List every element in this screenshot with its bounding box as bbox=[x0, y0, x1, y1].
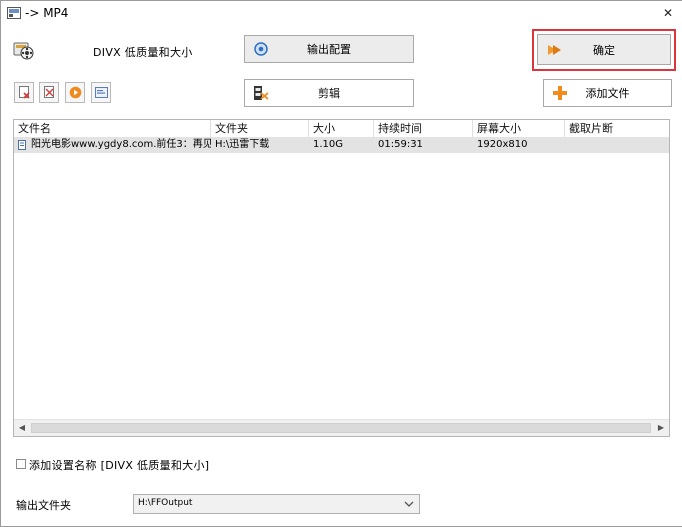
remove-file-icon bbox=[19, 86, 30, 99]
scroll-thumb[interactable] bbox=[31, 423, 651, 433]
file-list-table: 文件名 文件夹 大小 持续时间 屏幕大小 截取片断 阳光电影www.ygdy8.… bbox=[13, 119, 670, 437]
main-window: -> MP4 ✕ DIVX 低质量和大小 输出配置 确定 剪辑 添加文件 文件名… bbox=[0, 0, 682, 527]
cell-filename: 阳光电影www.ygdy8.com.前任3：再见... bbox=[31, 139, 211, 150]
close-icon[interactable]: ✕ bbox=[660, 5, 676, 21]
add-file-button[interactable]: 添加文件 bbox=[543, 79, 672, 107]
media-info-button[interactable] bbox=[91, 82, 111, 103]
output-folder-value: H:\FFOutput bbox=[138, 498, 193, 508]
cell-clip bbox=[565, 137, 669, 153]
column-header-folder[interactable]: 文件夹 bbox=[211, 120, 309, 137]
arrow-right-icon bbox=[546, 42, 562, 58]
preset-label: DIVX 低质量和大小 bbox=[93, 46, 193, 59]
column-header-size[interactable]: 大小 bbox=[309, 120, 374, 137]
play-button[interactable] bbox=[65, 82, 85, 103]
output-folder-select[interactable]: H:\FFOutput bbox=[133, 494, 420, 514]
output-config-button[interactable]: 输出配置 bbox=[244, 35, 414, 63]
film-scissors-icon bbox=[253, 85, 269, 101]
title-bar: -> MP4 ✕ bbox=[1, 1, 682, 27]
remove-file-button[interactable] bbox=[14, 82, 34, 103]
clip-label: 剪辑 bbox=[318, 87, 340, 100]
ok-label: 确定 bbox=[593, 43, 615, 57]
scroll-right-icon[interactable]: ▶ bbox=[653, 420, 669, 436]
clear-list-button[interactable] bbox=[39, 82, 59, 103]
video-file-icon bbox=[18, 140, 26, 150]
horizontal-scrollbar[interactable]: ◀ ▶ bbox=[14, 419, 669, 436]
table-row[interactable]: 阳光电影www.ygdy8.com.前任3：再见... H:\迅雷下载 1.10… bbox=[14, 137, 669, 153]
column-header-filename[interactable]: 文件名 bbox=[14, 120, 211, 137]
clear-list-icon bbox=[44, 86, 54, 98]
gear-icon bbox=[253, 41, 269, 57]
column-header-duration[interactable]: 持续时间 bbox=[374, 120, 473, 137]
output-config-label: 输出配置 bbox=[307, 43, 351, 56]
ok-button[interactable]: 确定 bbox=[537, 34, 671, 65]
preset-format-icon bbox=[13, 39, 35, 61]
play-icon bbox=[69, 86, 82, 99]
clip-button[interactable]: 剪辑 bbox=[244, 79, 414, 107]
cell-folder: H:\迅雷下载 bbox=[215, 139, 270, 150]
chevron-down-icon bbox=[403, 497, 415, 511]
window-title: -> MP4 bbox=[25, 6, 69, 20]
cell-duration: 01:59:31 bbox=[378, 139, 423, 150]
cell-size: 1.10G bbox=[313, 139, 344, 150]
add-setting-name-label[interactable]: 添加设置名称 [DIVX 低质量和大小] bbox=[29, 457, 209, 473]
cell-screen-size: 1920x810 bbox=[477, 139, 528, 150]
table-header: 文件名 文件夹 大小 持续时间 屏幕大小 截取片断 bbox=[14, 120, 669, 137]
scroll-left-icon[interactable]: ◀ bbox=[14, 420, 30, 436]
column-header-clip[interactable]: 截取片断 bbox=[565, 120, 669, 137]
add-setting-name-checkbox[interactable] bbox=[16, 459, 26, 469]
add-file-label: 添加文件 bbox=[585, 87, 630, 100]
media-info-icon bbox=[95, 87, 108, 98]
plus-icon bbox=[552, 85, 568, 101]
output-folder-label: 输出文件夹 bbox=[16, 499, 71, 512]
column-header-screen-size[interactable]: 屏幕大小 bbox=[473, 120, 565, 137]
ffmpeg-format-factory-icon bbox=[7, 7, 21, 19]
